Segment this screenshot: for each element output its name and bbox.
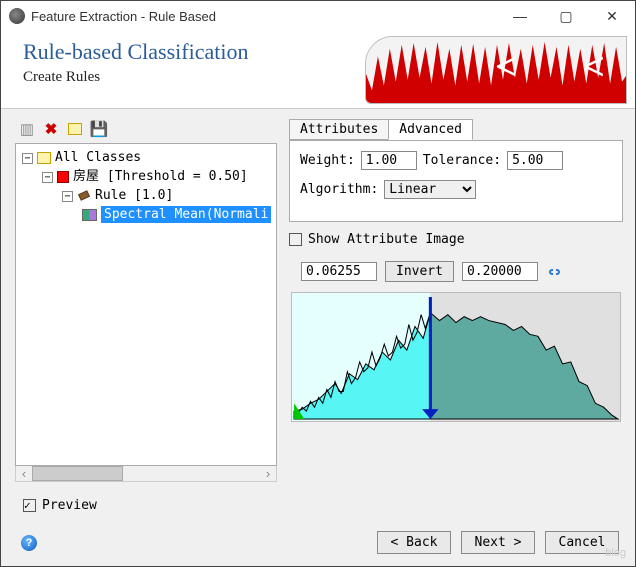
cancel-button[interactable]: Cancel [545, 531, 619, 554]
back-button[interactable]: < Back [377, 531, 451, 554]
weight-label: Weight: [300, 153, 355, 168]
attribute-icon [82, 209, 97, 221]
weight-input[interactable] [361, 151, 417, 170]
show-attr-image-label: Show Attribute Image [308, 232, 465, 247]
preview-checkbox[interactable] [23, 499, 36, 512]
tree-toolbar: ▥ ✖ 💾 [15, 119, 277, 143]
mid: ▥ ✖ 💾 −All Classes −房屋 [Threshold = 0.50… [1, 109, 635, 486]
collapse-icon[interactable]: − [22, 153, 33, 164]
svg-text:<: < [582, 46, 605, 89]
open-folder-icon[interactable] [65, 119, 85, 139]
invert-button[interactable]: Invert [385, 261, 454, 282]
collapse-icon[interactable]: − [62, 191, 73, 202]
tolerance-label: Tolerance: [423, 153, 501, 168]
preview-row: Preview [1, 496, 635, 513]
svg-text:<: < [495, 46, 518, 89]
tree-root[interactable]: − All Classes [20, 148, 272, 167]
tree-class-label: 房屋 [Threshold = 0.50] [73, 169, 248, 184]
tab-advanced[interactable]: Advanced [388, 119, 473, 140]
help-icon[interactable]: ? [21, 535, 37, 551]
titlebar: Feature Extraction - Rule Based — ▢ ✕ [1, 1, 635, 31]
algorithm-label: Algorithm: [300, 182, 378, 197]
bottom-bar: ? < Back Next > Cancel [1, 523, 635, 566]
scroll-thumb[interactable] [32, 466, 123, 481]
delete-icon[interactable]: ✖ [41, 119, 61, 139]
show-attr-image-checkbox[interactable] [289, 233, 302, 246]
app-icon [9, 8, 25, 24]
banner-graphic: < < [365, 36, 627, 104]
maximize-button[interactable]: ▢ [543, 1, 589, 31]
tree-attribute-label: Spectral Mean(Normali [101, 206, 271, 223]
preview-label: Preview [42, 498, 97, 513]
class-tree[interactable]: −All Classes −房屋 [Threshold = 0.50] −Rul… [15, 143, 277, 466]
folder-icon [37, 152, 51, 164]
content: Rule-based Classification Create Rules <… [1, 31, 635, 566]
tree-rule-label: Rule [1.0] [95, 188, 173, 203]
window: Feature Extraction - Rule Based — ▢ ✕ Ru… [0, 0, 636, 567]
tab-advanced-body: Weight: Tolerance: Algorithm: Linear [289, 140, 623, 222]
rule-icon [77, 190, 91, 202]
tree-attribute[interactable]: Spectral Mean(Normali [20, 205, 272, 224]
add-class-icon[interactable]: ▥ [17, 119, 37, 139]
left-pane: ▥ ✖ 💾 −All Classes −房屋 [Threshold = 0.50… [15, 119, 277, 482]
window-title: Feature Extraction - Rule Based [31, 9, 216, 24]
tabs: Attributes Advanced [289, 119, 623, 140]
tree-hscrollbar[interactable]: ‹ › [15, 466, 277, 482]
save-icon[interactable]: 💾 [89, 119, 109, 139]
tree-rule[interactable]: − Rule [1.0] [20, 186, 272, 205]
tree-class[interactable]: − 房屋 [Threshold = 0.50] [20, 167, 272, 186]
collapse-icon[interactable]: − [42, 172, 53, 183]
scroll-left-icon[interactable]: ‹ [16, 466, 32, 481]
algorithm-select[interactable]: Linear [384, 180, 476, 199]
tree-root-label: All Classes [55, 150, 141, 165]
histogram[interactable] [291, 292, 621, 422]
scroll-right-icon[interactable]: › [260, 466, 276, 481]
range-min-input[interactable] [301, 262, 377, 281]
range-row: Invert [301, 261, 623, 282]
tolerance-input[interactable] [507, 151, 563, 170]
banner-subtitle: Create Rules [23, 69, 365, 86]
range-max-input[interactable] [462, 262, 538, 281]
link-range-icon[interactable] [546, 264, 562, 280]
next-button[interactable]: Next > [461, 531, 535, 554]
right-pane: Attributes Advanced Weight: Tolerance: A… [285, 119, 623, 482]
show-attr-image-row: Show Attribute Image [289, 232, 623, 247]
banner: Rule-based Classification Create Rules <… [1, 31, 635, 109]
class-color-icon [57, 171, 69, 183]
tab-attributes[interactable]: Attributes [289, 119, 389, 140]
minimize-button[interactable]: — [497, 1, 543, 31]
banner-title: Rule-based Classification [23, 39, 365, 65]
close-button[interactable]: ✕ [589, 1, 635, 31]
